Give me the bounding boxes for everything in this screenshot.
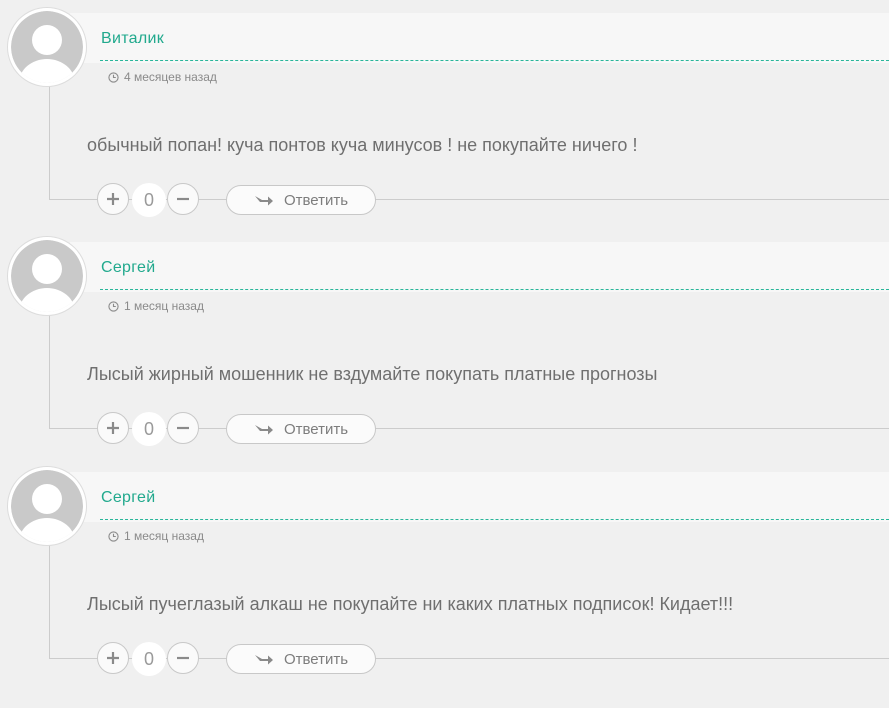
user-avatar-placeholder-icon: [11, 11, 83, 83]
thread-line: [49, 543, 50, 658]
plus-icon: [107, 422, 119, 434]
downvote-button[interactable]: [167, 183, 199, 215]
upvote-button[interactable]: [97, 642, 129, 674]
comment-date: 1 месяц назад: [108, 299, 204, 313]
reply-label: Ответить: [283, 650, 349, 668]
avatar[interactable]: [8, 467, 86, 545]
comment-date-text: 1 месяц назад: [124, 299, 204, 313]
minus-icon: [177, 426, 189, 430]
thread-line: [49, 313, 50, 428]
comment-author[interactable]: Сергей: [101, 259, 155, 277]
comment-text: обычный попан! куча понтов куча минусов …: [87, 135, 638, 155]
reply-arrow-icon: [254, 196, 273, 206]
comment: Виталик 4 месяцев назад обычный попан! к…: [0, 0, 889, 230]
header-divider: [100, 60, 889, 61]
header-divider: [100, 519, 889, 520]
comment-date-text: 4 месяцев назад: [124, 70, 217, 84]
comment-header: [70, 472, 889, 522]
reply-arrow-icon: [254, 655, 273, 665]
comment-author[interactable]: Сергей: [101, 489, 155, 507]
clock-icon: [108, 72, 119, 83]
avatar[interactable]: [8, 8, 86, 86]
comment: Сергей 1 месяц назад Лысый жирный мошенн…: [0, 229, 889, 459]
reply-arrow-icon: [254, 425, 273, 435]
vote-count: 0: [132, 412, 166, 446]
thread-line: [49, 84, 50, 199]
comment-author[interactable]: Виталик: [101, 30, 164, 48]
comment: Сергей 1 месяц назад Лысый пучеглазый ал…: [0, 459, 889, 689]
vote-count: 0: [132, 642, 166, 676]
minus-icon: [177, 197, 189, 201]
reply-button[interactable]: Ответить: [226, 185, 376, 215]
upvote-button[interactable]: [97, 183, 129, 215]
upvote-button[interactable]: [97, 412, 129, 444]
clock-icon: [108, 531, 119, 542]
user-avatar-placeholder-icon: [11, 240, 83, 312]
plus-icon: [107, 193, 119, 205]
comment-header: [70, 242, 889, 292]
plus-icon: [107, 652, 119, 664]
user-avatar-placeholder-icon: [11, 470, 83, 542]
downvote-button[interactable]: [167, 412, 199, 444]
comment-header: [70, 13, 889, 63]
comment-date: 4 месяцев назад: [108, 70, 217, 84]
comment-date: 1 месяц назад: [108, 529, 204, 543]
comment-text: Лысый пучеглазый алкаш не покупайте ни к…: [87, 594, 734, 614]
reply-label: Ответить: [283, 420, 349, 438]
reply-button[interactable]: Ответить: [226, 414, 376, 444]
downvote-button[interactable]: [167, 642, 199, 674]
reply-label: Ответить: [283, 191, 349, 209]
reply-button[interactable]: Ответить: [226, 644, 376, 674]
clock-icon: [108, 301, 119, 312]
vote-count: 0: [132, 183, 166, 217]
avatar[interactable]: [8, 237, 86, 315]
header-divider: [100, 289, 889, 290]
comment-text: Лысый жирный мошенник не вздумайте покуп…: [87, 364, 658, 384]
minus-icon: [177, 656, 189, 660]
comment-date-text: 1 месяц назад: [124, 529, 204, 543]
